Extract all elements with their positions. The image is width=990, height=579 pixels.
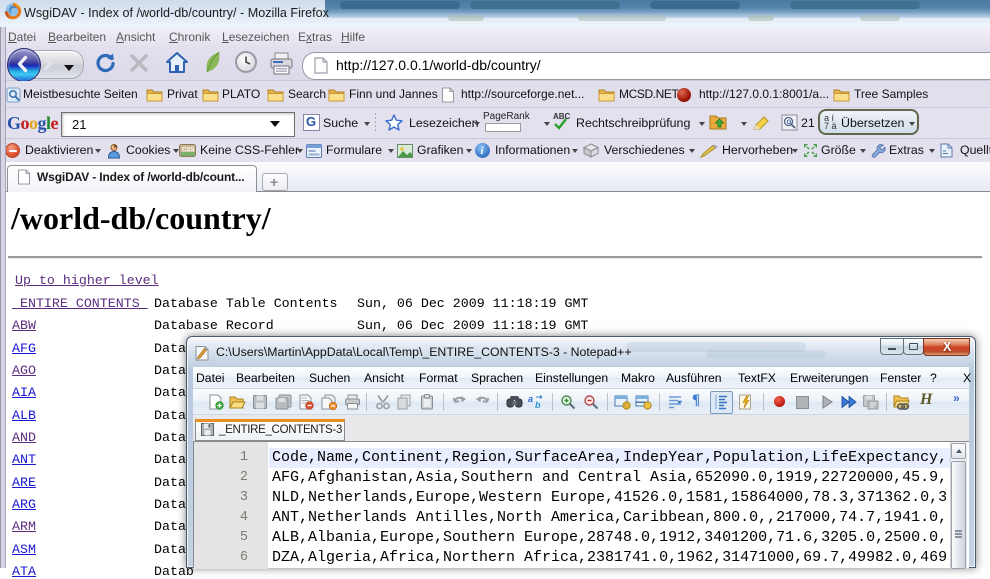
svg-text:b: b — [535, 400, 541, 410]
svg-text:a: a — [528, 394, 533, 404]
svg-text:CSS: CSS — [182, 148, 194, 154]
svg-text:G: G — [787, 119, 792, 126]
